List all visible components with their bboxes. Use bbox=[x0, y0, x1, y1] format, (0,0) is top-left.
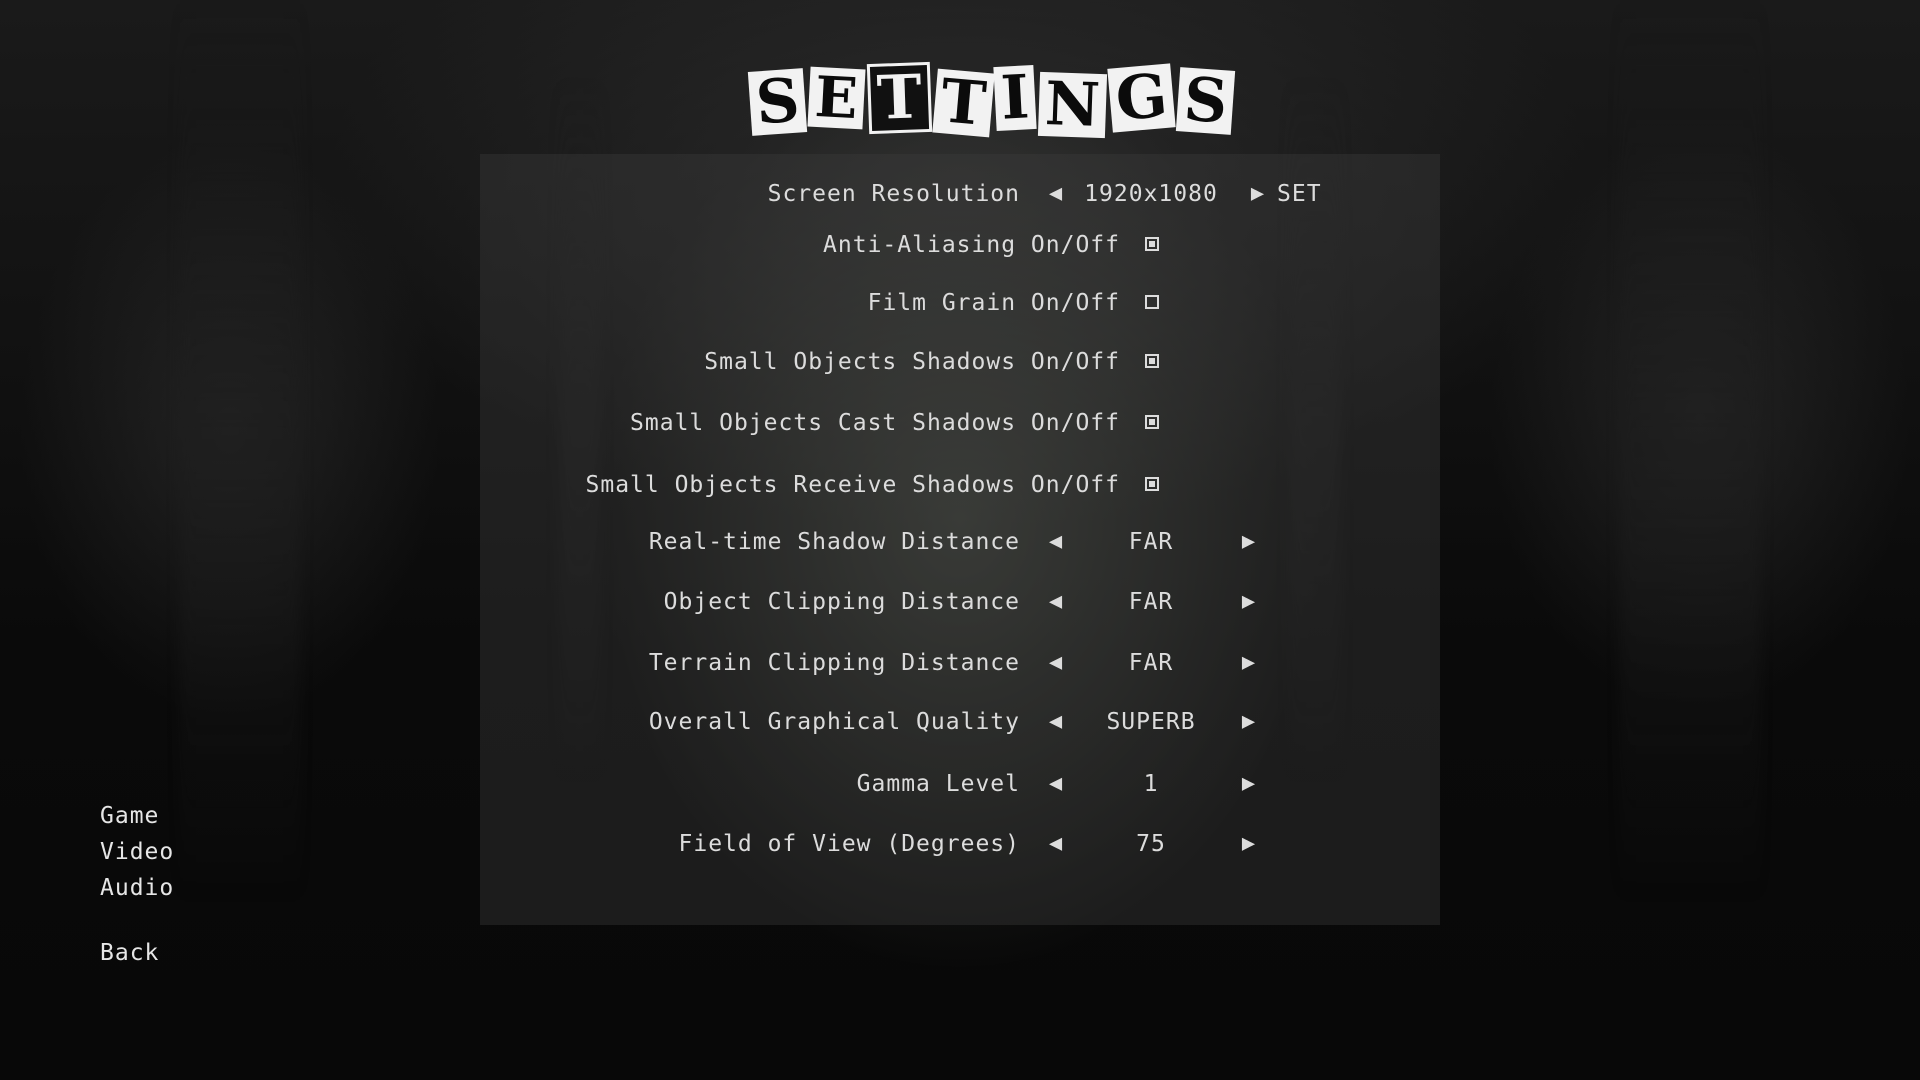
title-letter: E bbox=[807, 64, 866, 132]
object-clipping-value: FAR bbox=[1128, 589, 1174, 615]
graphical-quality-prev-arrow-icon[interactable]: ◀ bbox=[1041, 702, 1071, 742]
film-grain-label: Film Grain On/Off bbox=[867, 290, 1120, 316]
gamma-level-label: Gamma Level bbox=[856, 771, 1020, 797]
background-tree bbox=[1620, 0, 1760, 900]
shadow-distance-next-arrow-icon[interactable]: ▶ bbox=[1234, 522, 1264, 562]
terrain-clipping-next-arrow-icon[interactable]: ▶ bbox=[1234, 643, 1264, 683]
anti-aliasing-row[interactable]: Anti-Aliasing On/Off bbox=[480, 225, 1440, 265]
anti-aliasing-checkbox[interactable] bbox=[1145, 237, 1159, 251]
anti-aliasing-label: Anti-Aliasing On/Off bbox=[823, 232, 1120, 258]
title-letter: T bbox=[866, 61, 932, 135]
screen-resolution-value: 1920x1080 bbox=[1084, 181, 1218, 207]
video-settings-panel: Screen Resolution ◀ 1920x1080 ▶ SET Anti… bbox=[480, 154, 1440, 925]
gamma-level-row: Gamma Level ◀ 1 ▶ bbox=[480, 764, 1440, 804]
shadow-distance-value: FAR bbox=[1128, 529, 1174, 555]
shadow-distance-row: Real-time Shadow Distance ◀ FAR ▶ bbox=[480, 522, 1440, 562]
small-objects-receive-shadows-label: Small Objects Receive Shadows On/Off bbox=[585, 472, 1120, 498]
terrain-clipping-prev-arrow-icon[interactable]: ◀ bbox=[1041, 643, 1071, 683]
resolution-prev-arrow-icon[interactable]: ◀ bbox=[1041, 174, 1071, 214]
small-objects-shadows-checkbox[interactable] bbox=[1145, 354, 1159, 368]
object-clipping-prev-arrow-icon[interactable]: ◀ bbox=[1041, 582, 1071, 622]
resolution-set-button[interactable]: SET bbox=[1277, 174, 1322, 214]
terrain-clipping-label: Terrain Clipping Distance bbox=[648, 650, 1020, 676]
terrain-clipping-value: FAR bbox=[1128, 650, 1174, 676]
gamma-level-value: 1 bbox=[1143, 771, 1159, 797]
nav-game[interactable]: Game bbox=[100, 803, 159, 829]
resolution-next-arrow-icon[interactable]: ▶ bbox=[1243, 174, 1273, 214]
terrain-clipping-row: Terrain Clipping Distance ◀ FAR ▶ bbox=[480, 643, 1440, 683]
title-letter: S bbox=[1175, 65, 1236, 137]
graphical-quality-value: SUPERB bbox=[1106, 709, 1196, 735]
gamma-level-prev-arrow-icon[interactable]: ◀ bbox=[1041, 764, 1071, 804]
shadow-distance-label: Real-time Shadow Distance bbox=[648, 529, 1020, 555]
graphical-quality-label: Overall Graphical Quality bbox=[648, 709, 1020, 735]
shadow-distance-prev-arrow-icon[interactable]: ◀ bbox=[1041, 522, 1071, 562]
title-letter: S bbox=[747, 66, 808, 138]
nav-audio[interactable]: Audio bbox=[100, 875, 174, 901]
film-grain-row[interactable]: Film Grain On/Off bbox=[480, 283, 1440, 323]
small-objects-receive-shadows-checkbox[interactable] bbox=[1145, 477, 1159, 491]
field-of-view-row: Field of View (Degrees) ◀ 75 ▶ bbox=[480, 824, 1440, 864]
title-letter: N bbox=[1038, 69, 1108, 141]
small-objects-cast-shadows-label: Small Objects Cast Shadows On/Off bbox=[630, 410, 1120, 436]
field-of-view-label: Field of View (Degrees) bbox=[678, 831, 1020, 857]
small-objects-cast-shadows-checkbox[interactable] bbox=[1145, 415, 1159, 429]
screen-resolution-label: Screen Resolution bbox=[767, 181, 1020, 207]
screen-resolution-row: Screen Resolution ◀ 1920x1080 ▶ SET bbox=[480, 174, 1440, 214]
field-of-view-value: 75 bbox=[1136, 831, 1166, 857]
object-clipping-next-arrow-icon[interactable]: ▶ bbox=[1234, 582, 1264, 622]
film-grain-checkbox[interactable] bbox=[1145, 295, 1159, 309]
field-of-view-next-arrow-icon[interactable]: ▶ bbox=[1234, 824, 1264, 864]
small-objects-shadows-label: Small Objects Shadows On/Off bbox=[704, 349, 1120, 375]
object-clipping-row: Object Clipping Distance ◀ FAR ▶ bbox=[480, 582, 1440, 622]
small-objects-receive-shadows-row[interactable]: Small Objects Receive Shadows On/Off bbox=[480, 465, 1440, 505]
graphical-quality-next-arrow-icon[interactable]: ▶ bbox=[1234, 702, 1264, 742]
small-objects-shadows-row[interactable]: Small Objects Shadows On/Off bbox=[480, 342, 1440, 382]
title-letter: G bbox=[1107, 61, 1177, 135]
graphical-quality-row: Overall Graphical Quality ◀ SUPERB ▶ bbox=[480, 702, 1440, 742]
gamma-level-next-arrow-icon[interactable]: ▶ bbox=[1234, 764, 1264, 804]
back-button[interactable]: Back bbox=[100, 940, 159, 966]
background-tree bbox=[180, 0, 300, 900]
object-clipping-label: Object Clipping Distance bbox=[663, 589, 1020, 615]
nav-video[interactable]: Video bbox=[100, 839, 174, 865]
field-of-view-prev-arrow-icon[interactable]: ◀ bbox=[1041, 824, 1071, 864]
title-letter: T bbox=[932, 66, 995, 140]
small-objects-cast-shadows-row[interactable]: Small Objects Cast Shadows On/Off bbox=[480, 403, 1440, 443]
title-letter: I bbox=[993, 62, 1038, 134]
page-title: S E T T I N G S bbox=[747, 48, 1236, 148]
